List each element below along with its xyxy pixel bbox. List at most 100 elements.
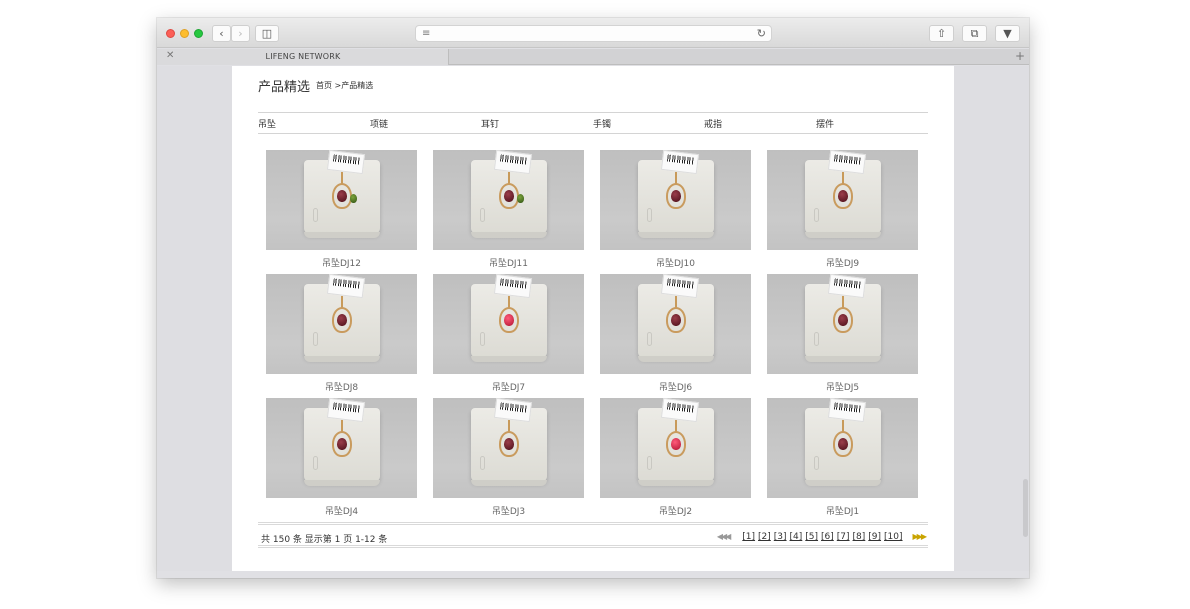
tab-active[interactable]: ✕ LIFENG NETWORK	[157, 49, 449, 65]
pagination: 共 150 条 显示第 1 页 1-12 条 ◀◀◀ [1] [2] [3] [4] [5…	[258, 522, 928, 548]
category-link[interactable]: 项链	[370, 117, 388, 130]
price-tag	[326, 150, 366, 175]
reload-icon[interactable]: ↻	[757, 27, 766, 40]
category-link[interactable]: 戒指	[704, 117, 722, 130]
product-card[interactable]: 吊坠DJ2	[600, 398, 751, 517]
forward-icon[interactable]: ›	[231, 25, 250, 42]
product-name[interactable]: 吊坠DJ6	[600, 380, 751, 393]
product-name[interactable]: 吊坠DJ9	[767, 256, 918, 269]
download-icon[interactable]: ▼	[995, 25, 1020, 42]
new-tab-icon[interactable]: +	[1015, 49, 1025, 63]
category-link[interactable]: 手镯	[593, 117, 611, 130]
browser-window: ‹ › ◫ ≡ ↻ ⇧ ⧉ ▼ ✕ LIFENG NETWORK + 产品精选 …	[157, 18, 1029, 578]
gemstone	[337, 314, 347, 326]
product-card[interactable]: 吊坠DJ8	[266, 274, 417, 393]
product-image[interactable]	[767, 274, 918, 374]
gemstone	[504, 438, 514, 450]
category-nav: 吊坠 项链 耳钉 手镯 戒指 摆件	[258, 117, 928, 131]
divider	[258, 112, 928, 113]
zoom-window-button[interactable]	[194, 29, 203, 38]
page-content: 产品精选 首页 >产品精选 吊坠 项链 耳钉 手镯 戒指 摆件 吊坠DJ12 吊坠DJ11 吊…	[232, 66, 954, 571]
title-bar: ‹ › ◫ ≡ ↻ ⇧ ⧉ ▼	[157, 18, 1029, 48]
page-link[interactable]: [7]	[837, 532, 850, 542]
product-image[interactable]	[767, 398, 918, 498]
category-link[interactable]: 耳钉	[481, 117, 499, 130]
product-image[interactable]	[266, 274, 417, 374]
page-link[interactable]: [6]	[821, 532, 834, 542]
sidebar-icon[interactable]: ◫	[255, 25, 279, 42]
product-card[interactable]: 吊坠DJ5	[767, 274, 918, 393]
gemstone	[671, 190, 681, 202]
product-image[interactable]	[433, 398, 584, 498]
page-link[interactable]: [2]	[758, 532, 771, 542]
product-name[interactable]: 吊坠DJ12	[266, 256, 417, 269]
product-name[interactable]: 吊坠DJ10	[600, 256, 751, 269]
page-link[interactable]: [10]	[884, 532, 902, 542]
product-name[interactable]: 吊坠DJ3	[433, 504, 584, 517]
gemstone	[838, 314, 848, 326]
product-card[interactable]: 吊坠DJ7	[433, 274, 584, 393]
pagination-summary: 共 150 条 显示第 1 页 1-12 条	[261, 535, 388, 545]
price-tag	[660, 398, 700, 423]
page-link[interactable]: [3]	[774, 532, 787, 542]
product-image[interactable]	[767, 150, 918, 250]
product-name[interactable]: 吊坠DJ1	[767, 504, 918, 517]
product-image[interactable]	[600, 150, 751, 250]
gemstone	[838, 190, 848, 202]
pagination-nav: ◀◀◀ [1] [2] [3] [4] [5] [6] [7] [8] [9] [10] ▶▶▶	[717, 532, 928, 542]
category-link[interactable]: 摆件	[816, 117, 834, 130]
price-tag	[326, 274, 366, 299]
scrollbar-thumb[interactable]	[1023, 479, 1028, 537]
page-link[interactable]: [8]	[853, 532, 866, 542]
page-link[interactable]: [5]	[805, 532, 818, 542]
breadcrumb[interactable]: 首页 >产品精选	[316, 80, 373, 91]
product-card[interactable]: 吊坠DJ6	[600, 274, 751, 393]
minimize-window-button[interactable]	[180, 29, 189, 38]
product-card[interactable]: 吊坠DJ10	[600, 150, 751, 269]
back-icon[interactable]: ‹	[212, 25, 231, 42]
reader-icon[interactable]: ≡	[422, 28, 430, 39]
product-name[interactable]: 吊坠DJ7	[433, 380, 584, 393]
price-tag	[493, 274, 533, 299]
page-links: [1] [2] [3] [4] [5] [6] [7] [8] [9] [10]	[739, 532, 902, 542]
product-image[interactable]	[600, 398, 751, 498]
price-tag	[493, 398, 533, 423]
product-name[interactable]: 吊坠DJ4	[266, 504, 417, 517]
product-image[interactable]	[433, 274, 584, 374]
gemstone	[337, 438, 347, 450]
tabs-icon[interactable]: ⧉	[962, 25, 987, 42]
product-card[interactable]: 吊坠DJ3	[433, 398, 584, 517]
address-bar[interactable]: ≡ ↻	[415, 25, 772, 42]
product-card[interactable]: 吊坠DJ11	[433, 150, 584, 269]
page-link[interactable]: [9]	[868, 532, 881, 542]
gemstone	[671, 314, 681, 326]
product-card[interactable]: 吊坠DJ9	[767, 150, 918, 269]
divider	[258, 133, 928, 134]
product-image[interactable]	[266, 398, 417, 498]
product-image[interactable]	[600, 274, 751, 374]
price-tag	[660, 274, 700, 299]
product-card[interactable]: 吊坠DJ1	[767, 398, 918, 517]
product-card[interactable]: 吊坠DJ4	[266, 398, 417, 517]
product-image[interactable]	[266, 150, 417, 250]
prev-page-icon[interactable]: ◀◀◀	[717, 532, 732, 541]
tab-title: LIFENG NETWORK	[265, 52, 341, 61]
product-name[interactable]: 吊坠DJ2	[600, 504, 751, 517]
page-link[interactable]: [4]	[790, 532, 803, 542]
gemstone	[517, 194, 524, 203]
product-name[interactable]: 吊坠DJ11	[433, 256, 584, 269]
page-title: 产品精选	[258, 80, 311, 95]
next-page-icon[interactable]: ▶▶▶	[913, 532, 928, 541]
product-card[interactable]: 吊坠DJ12	[266, 150, 417, 269]
category-link[interactable]: 吊坠	[258, 117, 276, 130]
close-window-button[interactable]	[166, 29, 175, 38]
product-image[interactable]	[433, 150, 584, 250]
gemstone	[504, 314, 514, 326]
product-name[interactable]: 吊坠DJ8	[266, 380, 417, 393]
product-name[interactable]: 吊坠DJ5	[767, 380, 918, 393]
share-icon[interactable]: ⇧	[929, 25, 954, 42]
gemstone	[337, 190, 347, 202]
page-link[interactable]: [1]	[742, 532, 755, 542]
price-tag	[493, 150, 533, 175]
price-tag	[326, 398, 366, 423]
